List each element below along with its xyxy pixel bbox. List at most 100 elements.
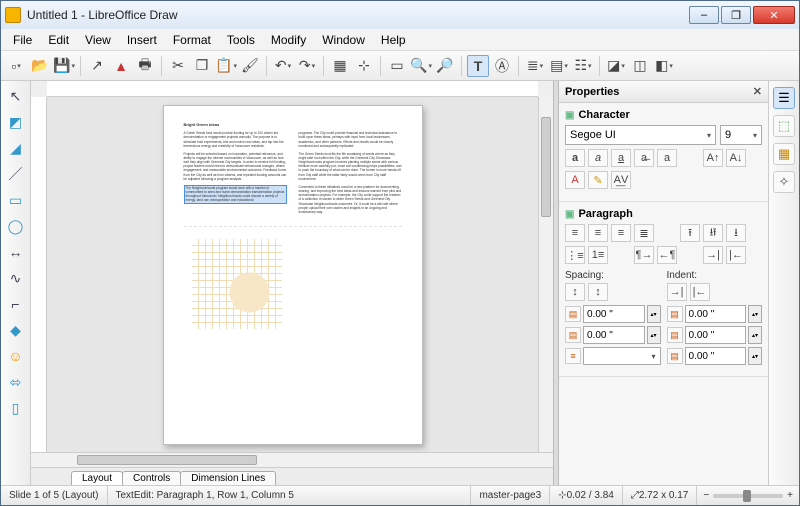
font-color-button[interactable]: A	[565, 171, 585, 189]
selected-text[interactable]: The Neighbourhoods program would work wi…	[184, 185, 287, 204]
scrollbar-vertical[interactable]	[538, 97, 553, 452]
stepper[interactable]: ▴▾	[748, 326, 762, 344]
align-button[interactable]: ≣	[524, 55, 546, 77]
indent-dec-icon[interactable]: |←	[690, 283, 710, 301]
ellipse-tool[interactable]: ◯	[5, 215, 27, 237]
menu-help[interactable]: Help	[373, 31, 414, 49]
curve-tool[interactable]: ∿	[5, 267, 27, 289]
underline-button[interactable]: a	[611, 149, 631, 167]
clone-format-button[interactable]: 🖌	[239, 55, 261, 77]
menu-tools[interactable]: Tools	[219, 31, 263, 49]
highlight-button[interactable]: ✎	[588, 171, 608, 189]
arrange-button[interactable]: ▤	[548, 55, 570, 77]
tab-layout[interactable]: Layout	[71, 471, 123, 485]
decrease-indent-button[interactable]: |←	[726, 246, 746, 264]
scrollbar-horizontal[interactable]	[47, 453, 553, 467]
zoom-slider[interactable]	[713, 494, 783, 498]
decrease-font-button[interactable]: A↓	[726, 149, 746, 167]
textbox-button[interactable]: T	[467, 55, 489, 77]
bullets-button[interactable]: ⋮≡	[565, 246, 585, 264]
maximize-button[interactable]: ❐	[721, 6, 751, 24]
numbering-button[interactable]: 1≡	[588, 246, 608, 264]
indent-first-input[interactable]	[685, 347, 747, 365]
filter-button[interactable]: ◧	[653, 55, 675, 77]
menu-window[interactable]: Window	[314, 31, 373, 49]
rect-tool[interactable]: ▭	[5, 189, 27, 211]
cut-button[interactable]: ✂	[167, 55, 189, 77]
align-left-button[interactable]: ≡	[565, 224, 585, 242]
zoom-optimal-button[interactable]: 🔎	[434, 55, 456, 77]
shadow-char-button[interactable]: a	[657, 149, 677, 167]
indent-before-input[interactable]	[685, 305, 747, 323]
align-right-button[interactable]: ≡	[611, 224, 631, 242]
status-master[interactable]: master-page3	[471, 486, 550, 505]
stepper[interactable]: ▴▾	[647, 326, 661, 344]
menu-insert[interactable]: Insert	[119, 31, 165, 49]
undo-button[interactable]: ↶	[272, 55, 294, 77]
connector-tool[interactable]: ⌐	[5, 293, 27, 315]
stepper[interactable]: ▴▾	[748, 347, 762, 365]
menu-modify[interactable]: Modify	[263, 31, 314, 49]
flowchart-tool[interactable]: ▯	[5, 397, 27, 419]
line-spacing-combo[interactable]: ▾	[583, 347, 661, 365]
tab-controls[interactable]: Controls	[122, 471, 181, 485]
drawing-canvas[interactable]: Bright Green Ideas A Green Seeds fund wo…	[47, 97, 538, 452]
minimize-button[interactable]: –	[689, 6, 719, 24]
strike-button[interactable]: a̶	[634, 149, 654, 167]
font-size-combo[interactable]: 9▾	[720, 125, 762, 145]
redo-button[interactable]: ↷	[296, 55, 318, 77]
menu-edit[interactable]: Edit	[40, 31, 77, 49]
fontwork-button[interactable]: Ⓐ	[491, 55, 513, 77]
new-button[interactable]: ▫	[5, 55, 27, 77]
ruler-horizontal[interactable]	[47, 81, 538, 97]
rtl-button[interactable]: ←¶	[657, 246, 677, 264]
basic-shapes-tool[interactable]: ◆	[5, 319, 27, 341]
increase-font-button[interactable]: A↑	[703, 149, 723, 167]
above-space-input[interactable]	[583, 305, 645, 323]
indent-after-input[interactable]	[685, 326, 747, 344]
zoom-button[interactable]: 🔍	[410, 55, 432, 77]
ltr-button[interactable]: ¶→	[634, 246, 654, 264]
export-button[interactable]: ↗	[86, 55, 108, 77]
indent-inc-icon[interactable]: →|	[667, 283, 687, 301]
valign-bot-button[interactable]: ⭳	[726, 224, 746, 242]
fill-color-tool[interactable]: ◢	[5, 137, 27, 159]
export-pdf-button[interactable]: ▲	[110, 55, 132, 77]
char-spacing-button[interactable]: A͟V	[611, 171, 631, 189]
open-button[interactable]: 📂	[29, 55, 51, 77]
spacing-dec-icon[interactable]: ↕	[588, 283, 608, 301]
save-button[interactable]: 💾	[53, 55, 75, 77]
below-space-input[interactable]	[583, 326, 645, 344]
paragraph-title[interactable]: Paragraph	[565, 206, 762, 224]
valign-top-button[interactable]: ⭱	[680, 224, 700, 242]
close-button[interactable]: ✕	[753, 6, 795, 24]
font-name-combo[interactable]: Segoe UI▾	[565, 125, 716, 145]
menu-format[interactable]: Format	[165, 31, 219, 49]
zoom-in-button[interactable]: +	[787, 490, 793, 501]
rail-properties-icon[interactable]: ☰	[773, 87, 795, 109]
ruler-vertical[interactable]	[31, 97, 47, 452]
zoom-page-button[interactable]: ▭	[386, 55, 408, 77]
align-justify-button[interactable]: ≣	[634, 224, 654, 242]
arrow-tool[interactable]: ↔	[5, 241, 27, 263]
tab-dimension-lines[interactable]: Dimension Lines	[180, 471, 276, 485]
shadow-button[interactable]: ◪	[605, 55, 627, 77]
properties-close-icon[interactable]: ✕	[753, 85, 762, 98]
helplines-button[interactable]: ⊹	[353, 55, 375, 77]
spacing-inc-icon[interactable]: ↕	[565, 283, 585, 301]
line-tool[interactable]: ／	[5, 163, 27, 185]
select-tool[interactable]: ↖	[5, 85, 27, 107]
increase-indent-button[interactable]: →|	[703, 246, 723, 264]
crop-button[interactable]: ◫	[629, 55, 651, 77]
paste-button[interactable]: 📋	[215, 55, 237, 77]
rail-gallery-icon[interactable]: ▦	[773, 143, 795, 165]
bold-button[interactable]: a	[565, 149, 585, 167]
grid-button[interactable]: ▦	[329, 55, 351, 77]
print-button[interactable]: 🖶	[134, 55, 156, 77]
italic-button[interactable]: a	[588, 149, 608, 167]
distribute-button[interactable]: ☷	[572, 55, 594, 77]
valign-mid-button[interactable]: ⭿	[703, 224, 723, 242]
symbol-shapes-tool[interactable]: ☺	[5, 345, 27, 367]
align-center-button[interactable]: ≡	[588, 224, 608, 242]
line-color-tool[interactable]: ◩	[5, 111, 27, 133]
